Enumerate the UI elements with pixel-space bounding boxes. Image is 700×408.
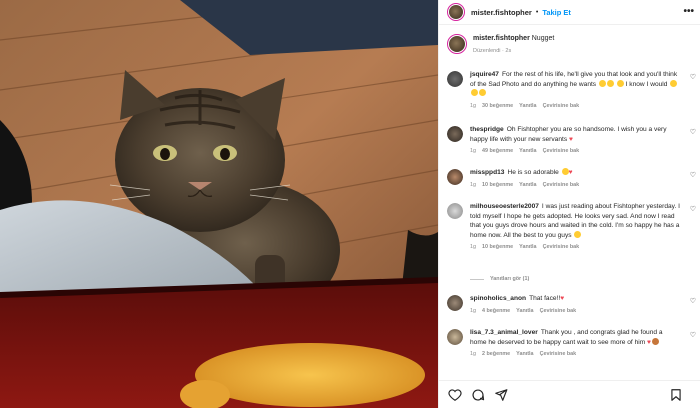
avatar[interactable] xyxy=(447,169,463,185)
heart-icon[interactable]: ♡ xyxy=(690,331,696,339)
caption-text: Nugget xyxy=(531,35,555,42)
translate-button[interactable]: Çevirisine bak xyxy=(543,103,580,109)
comment-username[interactable]: missppd13 xyxy=(470,169,504,176)
translate-button[interactable]: Çevirisine bak xyxy=(543,244,580,250)
list-item: missppd13 He is so adorable ♥ 1g 10 beğenm… xyxy=(447,168,700,188)
emoji-icon xyxy=(616,79,624,87)
reply-button[interactable]: Yanıtla xyxy=(519,244,536,250)
comment-username[interactable]: thespridge xyxy=(470,126,504,133)
emoji-icon xyxy=(606,79,614,87)
comment-likes[interactable]: 4 beğenme xyxy=(482,308,510,314)
red-heart-icon: ♥ xyxy=(560,295,565,302)
comment-time: 1g xyxy=(470,181,476,188)
header-username[interactable]: mister.fishtopher xyxy=(471,8,532,17)
comment-time: 1g xyxy=(470,307,476,314)
heart-icon[interactable]: ♡ xyxy=(690,128,696,136)
cat-photo-illustration xyxy=(0,0,438,408)
caption-edited: Düzenlendi · 2s xyxy=(473,48,512,54)
comments-list[interactable]: mister.fishtopher Nugget Düzenlendi · 2s… xyxy=(439,26,700,380)
comment-text-continued: I know I would xyxy=(625,80,668,88)
caption-username[interactable]: mister.fishtopher xyxy=(473,35,530,42)
reply-button[interactable]: Yanıtla xyxy=(519,148,536,154)
red-heart-icon: ♥ xyxy=(568,169,573,176)
avatar[interactable] xyxy=(447,329,463,345)
avatar[interactable] xyxy=(447,71,463,87)
comment-time: 1g xyxy=(470,148,476,154)
view-replies-button[interactable]: Yanıtları gör (1) xyxy=(470,276,529,282)
translate-button[interactable]: Çevirisine bak xyxy=(543,148,580,154)
list-item: thespridge Oh Fishtopher you are so hands… xyxy=(447,125,700,154)
smiling-emoji-icon xyxy=(561,168,569,175)
view-replies-label[interactable]: Yanıtları gör (1) xyxy=(490,276,529,282)
red-heart-icon: ♥ xyxy=(568,135,573,143)
translate-button[interactable]: Çevirisine bak xyxy=(540,308,577,314)
post-header: mister.fishtopher • Takip Et ••• xyxy=(439,0,700,25)
heart-icon[interactable] xyxy=(448,388,462,402)
comment-time: 1g xyxy=(470,102,476,109)
avatar[interactable] xyxy=(447,3,465,21)
separator-dot: • xyxy=(535,8,539,16)
comment-text: That face!! xyxy=(529,295,561,302)
heart-icon[interactable]: ♡ xyxy=(690,73,696,81)
emoji-icon xyxy=(598,79,606,87)
more-icon[interactable]: ••• xyxy=(683,6,694,17)
comment-username[interactable]: jsquire47 xyxy=(470,71,499,78)
reply-button[interactable]: Yanıtla xyxy=(516,308,533,314)
comment-likes[interactable]: 2 beğenme xyxy=(482,351,510,357)
caption: mister.fishtopher Nugget Düzenlendi · 2s xyxy=(447,34,697,56)
comment-text: He is so adorable xyxy=(507,169,559,176)
avatar[interactable] xyxy=(447,203,463,219)
comment-likes[interactable]: 30 beğenme xyxy=(482,103,513,109)
comment-time: 1g xyxy=(470,244,476,250)
reply-button[interactable]: Yanıtla xyxy=(516,351,533,357)
emoji-icon xyxy=(574,230,582,238)
share-icon[interactable] xyxy=(494,388,508,402)
comment-icon[interactable] xyxy=(471,388,485,402)
comment-time: 1g xyxy=(470,351,476,357)
avatar[interactable] xyxy=(447,34,467,54)
comment-username[interactable]: milhouseoesterle2007 xyxy=(470,203,539,210)
translate-button[interactable]: Çevirisine bak xyxy=(540,351,577,357)
heart-icon[interactable]: ♡ xyxy=(690,205,696,213)
comment-username[interactable]: spinoholics_anon xyxy=(470,295,526,302)
reply-button[interactable]: Yanıtla xyxy=(519,103,536,109)
paw-emoji-icon xyxy=(651,337,659,345)
comment-likes[interactable]: 10 beğenme xyxy=(482,244,513,250)
emoji-icon xyxy=(479,89,486,96)
comment-likes[interactable]: 10 beğenme xyxy=(482,182,513,188)
post-photo[interactable] xyxy=(0,0,438,408)
avatar[interactable] xyxy=(447,126,463,142)
divider xyxy=(470,278,484,280)
red-heart-icon: ♥ xyxy=(647,338,651,346)
heart-icon[interactable]: ♡ xyxy=(690,171,696,179)
list-item: jsquire47 For the rest of his life, he'll… xyxy=(447,70,700,109)
post-actions-bar xyxy=(439,380,700,408)
emoji-icon xyxy=(471,89,478,96)
instagram-post-view: mister.fishtopher • Takip Et ••• mister.… xyxy=(0,0,700,408)
reply-button[interactable]: Yanıtla xyxy=(519,182,536,188)
comment-likes[interactable]: 49 beğenme xyxy=(482,148,513,154)
list-item: milhouseoesterle2007 I was just reading a… xyxy=(447,202,700,250)
post-side-panel: mister.fishtopher • Takip Et ••• mister.… xyxy=(438,0,700,408)
emoji-icon xyxy=(670,79,678,87)
avatar[interactable] xyxy=(447,295,463,311)
list-item: lisa_7.3_animal_lover Thank you , and con… xyxy=(447,328,700,357)
translate-button[interactable]: Çevirisine bak xyxy=(543,182,580,188)
follow-button[interactable]: Takip Et xyxy=(542,8,571,17)
heart-icon[interactable]: ♡ xyxy=(690,297,696,305)
comment-username[interactable]: lisa_7.3_animal_lover xyxy=(470,329,538,336)
bookmark-icon[interactable] xyxy=(669,388,683,402)
list-item: spinoholics_anon That face!!♥ 1g 4 beğenme… xyxy=(447,294,700,314)
